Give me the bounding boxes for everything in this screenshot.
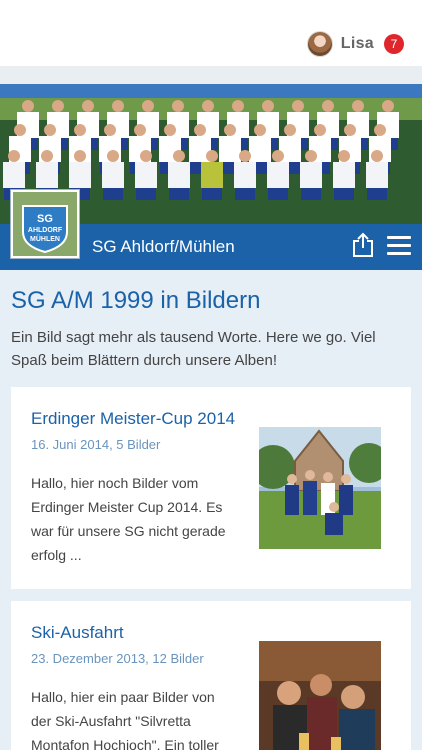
player-figure bbox=[142, 100, 154, 112]
player-figure bbox=[112, 100, 124, 112]
player-figure bbox=[104, 124, 116, 136]
page-intro: Ein Bild sagt mehr als tausend Worte. He… bbox=[11, 329, 376, 369]
player-figure bbox=[292, 100, 304, 112]
player-figure bbox=[41, 150, 53, 162]
player-figure bbox=[338, 150, 350, 162]
player-figure bbox=[322, 100, 334, 112]
user-name[interactable]: Lisa bbox=[341, 35, 374, 53]
album-meta: 16. Juni 2014, 5 Bilder bbox=[31, 437, 161, 452]
player-figure bbox=[206, 150, 218, 162]
player-figure bbox=[300, 162, 322, 188]
player-figure bbox=[334, 188, 354, 200]
album-title[interactable]: Erdinger Meister-Cup 2014 bbox=[31, 409, 235, 429]
player-figure bbox=[202, 100, 214, 112]
player-figure bbox=[333, 162, 355, 188]
album-card[interactable]: Ski-Ausfahrt 23. Dezember 2013, 12 Bilde… bbox=[11, 601, 411, 750]
player-figure bbox=[135, 162, 157, 188]
player-figure bbox=[201, 162, 223, 188]
player-figure bbox=[194, 124, 206, 136]
hamburger-menu-icon[interactable] bbox=[387, 236, 411, 256]
player-figure bbox=[169, 188, 189, 200]
player-figure bbox=[74, 124, 86, 136]
player-figure bbox=[235, 188, 255, 200]
album-teaser: Hallo, hier ein paar Bilder von der Ski-… bbox=[31, 689, 219, 750]
album-meta: 23. Dezember 2013, 12 Bilder bbox=[31, 651, 204, 666]
player-figure bbox=[102, 162, 124, 188]
player-figure bbox=[234, 162, 256, 188]
player-figure bbox=[140, 150, 152, 162]
player-figure bbox=[267, 162, 289, 188]
player-figure bbox=[366, 162, 388, 188]
logo-text-ahldorf: AHLDORF bbox=[28, 227, 63, 234]
player-figure bbox=[382, 100, 394, 112]
player-figure bbox=[22, 100, 34, 112]
player-figure bbox=[14, 124, 26, 136]
club-logo[interactable]: SG AHLDORF MÜHLEN bbox=[11, 190, 79, 258]
player-figure bbox=[352, 100, 364, 112]
player-figure bbox=[107, 150, 119, 162]
player-figure bbox=[172, 100, 184, 112]
player-figure bbox=[8, 150, 20, 162]
club-header-bar: SG AHLDORF MÜHLEN SG Ahldorf/Mühlen bbox=[0, 190, 422, 270]
player-figure bbox=[136, 188, 156, 200]
player-figure bbox=[284, 124, 296, 136]
player-figure bbox=[374, 124, 386, 136]
player-figure bbox=[44, 124, 56, 136]
player-figure bbox=[232, 100, 244, 112]
player-figure bbox=[224, 124, 236, 136]
player-figure bbox=[367, 188, 387, 200]
player-figure bbox=[268, 188, 288, 200]
player-figure bbox=[103, 188, 123, 200]
player-figure bbox=[371, 150, 383, 162]
club-name[interactable]: SG Ahldorf/Mühlen bbox=[92, 237, 235, 257]
player-figure bbox=[219, 136, 241, 162]
album-card[interactable]: Erdinger Meister-Cup 2014 16. Juni 2014,… bbox=[11, 387, 411, 589]
album-thumbnail[interactable] bbox=[259, 641, 381, 750]
player-figure bbox=[239, 150, 251, 162]
player-figure bbox=[305, 150, 317, 162]
player-figure bbox=[301, 188, 321, 200]
user-avatar[interactable] bbox=[306, 31, 333, 57]
player-figure bbox=[36, 162, 58, 188]
user-menu[interactable]: Lisa 7 bbox=[306, 30, 404, 58]
player-figure bbox=[164, 124, 176, 136]
player-figure bbox=[249, 136, 271, 162]
player-figure bbox=[52, 100, 64, 112]
player-figure bbox=[134, 124, 146, 136]
player-figure bbox=[314, 124, 326, 136]
player-figure bbox=[262, 100, 274, 112]
album-title[interactable]: Ski-Ausfahrt bbox=[31, 623, 124, 643]
album-thumbnail[interactable] bbox=[259, 427, 381, 549]
player-figure bbox=[344, 124, 356, 136]
player-figure bbox=[69, 162, 91, 188]
player-figure bbox=[173, 150, 185, 162]
share-icon[interactable] bbox=[351, 232, 375, 258]
top-bar: Lisa 7 bbox=[0, 0, 422, 66]
player-figure bbox=[74, 150, 86, 162]
player-figure bbox=[168, 162, 190, 188]
player-figure bbox=[202, 188, 222, 200]
player-figure bbox=[82, 100, 94, 112]
album-teaser: Hallo, hier noch Bilder vom Erdinger Mei… bbox=[31, 475, 226, 563]
player-figure bbox=[254, 124, 266, 136]
notification-badge[interactable]: 7 bbox=[384, 34, 404, 54]
player-figure bbox=[272, 150, 284, 162]
player-figure bbox=[3, 162, 25, 188]
page-title: SG A/M 1999 in Bildern bbox=[11, 287, 261, 314]
logo-text-sg: SG bbox=[37, 213, 53, 225]
logo-text-muehlen: MÜHLEN bbox=[30, 234, 60, 243]
